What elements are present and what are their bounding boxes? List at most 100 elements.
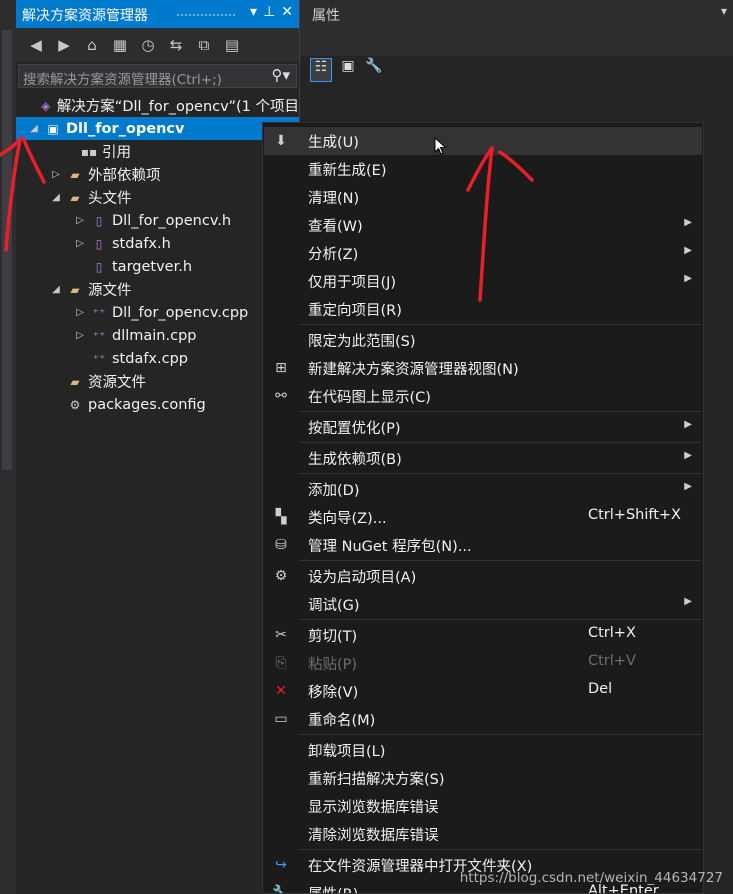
expand-arrow-icon[interactable]: ▷	[74, 307, 86, 318]
tree-item[interactable]: ▷ ⁺⁺ dllmain.cpp	[16, 324, 299, 347]
tree-item[interactable]: ▰ 资源文件	[16, 370, 299, 393]
expand-arrow-icon[interactable]: ▷	[74, 330, 86, 341]
expand-arrow-icon[interactable]: ▷	[50, 169, 62, 180]
tree-item[interactable]: ▷ ⁺⁺ Dll_for_opencv.cpp	[16, 301, 299, 324]
dropdown-icon[interactable]: ▾	[721, 4, 727, 18]
tree-item-label: 解决方案“Dll_for_opencv”(1 个项目	[56, 99, 299, 115]
menu-item[interactable]: ▭ 重命名(M)	[264, 705, 702, 733]
dropdown-icon[interactable]: ▾	[250, 4, 257, 20]
expand-arrow-icon[interactable]: ▷	[74, 215, 86, 226]
tree-item[interactable]: ◢ ▰ 源文件	[16, 278, 299, 301]
solution-explorer-title-bar: 解决方案资源管理器 ▾ ⊥ ✕	[16, 0, 299, 28]
menu-item-label: 移除(V)	[308, 685, 359, 701]
folder-icon: ▰	[70, 282, 80, 297]
switch-view-icon[interactable]: ▦	[110, 36, 130, 54]
menu-item[interactable]: 调试(G) ▶	[264, 590, 702, 618]
tree-item-label: Dll_for_opencv	[66, 120, 185, 137]
menu-separator	[299, 324, 701, 325]
show-all-files-icon[interactable]: ▤	[222, 36, 242, 54]
mouse-cursor-icon	[434, 137, 447, 155]
menu-item-label: 重新扫描解决方案(S)	[308, 772, 445, 788]
back-icon[interactable]: ◀	[26, 36, 46, 54]
search-icon[interactable]: ⚲▾	[271, 66, 290, 84]
menu-item[interactable]: ✂ 剪切(T) Ctrl+X	[264, 621, 702, 649]
menu-item[interactable]: 查看(W) ▶	[264, 211, 702, 239]
header-file-icon: ▯	[95, 236, 103, 251]
wrench-icon[interactable]: 🔧	[364, 58, 384, 80]
search-box[interactable]: 搜索解决方案资源管理器(Ctrl+;) ⚲▾	[18, 64, 297, 88]
menu-item-shortcut: Del	[588, 681, 613, 697]
drag-grip[interactable]	[176, 13, 236, 17]
menu-item[interactable]: 生成依赖项(B) ▶	[264, 444, 702, 472]
expand-arrow-icon[interactable]: ◢	[50, 192, 62, 203]
menu-item[interactable]: 添加(D) ▶	[264, 475, 702, 503]
menu-item-label: 属性(R)	[308, 883, 358, 893]
tree-item[interactable]: ▷ ▯ stdafx.h	[16, 232, 299, 255]
auto-hide-tab[interactable]	[2, 30, 12, 470]
panel-title: 解决方案资源管理器	[22, 8, 148, 24]
properties-object-selector[interactable]	[300, 28, 733, 56]
watermark: https://blog.csdn.net/weixin_44634727	[459, 870, 723, 886]
sync-icon[interactable]: ⇆	[166, 36, 186, 54]
pending-changes-icon[interactable]: ◷	[138, 36, 158, 54]
solution-node[interactable]: ◈ 解决方案“Dll_for_opencv”(1 个项目	[16, 94, 299, 117]
cpp-file-icon: ⁺⁺	[92, 351, 106, 366]
menu-item-label: 分析(Z)	[308, 247, 359, 263]
tree-item[interactable]: ▪▪ 引用	[16, 140, 299, 163]
menu-item[interactable]: 清除浏览数据库错误	[264, 820, 702, 848]
folder-icon: ▰	[70, 167, 80, 182]
submenu-arrow-icon: ▶	[684, 217, 692, 228]
menu-item-label: 清除浏览数据库错误	[308, 828, 439, 844]
tree-item-label: 源文件	[88, 283, 132, 299]
menu-item-label: 类向导(Z)...	[308, 511, 387, 527]
menu-item[interactable]: 重新生成(E)	[264, 155, 702, 183]
tree-item[interactable]: ▷ ▰ 外部依赖项	[16, 163, 299, 186]
menu-item[interactable]: 卸载项目(L)	[264, 736, 702, 764]
menu-item[interactable]: ✕ 移除(V) Del	[264, 677, 702, 705]
project-icon: ▣	[47, 121, 59, 136]
tree-item[interactable]: ▯ targetver.h	[16, 255, 299, 278]
menu-item[interactable]: 重新扫描解决方案(S)	[264, 764, 702, 792]
home-icon[interactable]: ⌂	[82, 36, 102, 54]
solution-explorer-panel: 解决方案资源管理器 ▾ ⊥ ✕ ◀ ▶ ⌂ ▦ ◷ ⇆ ⧉ ▤ 搜索解决方案资源…	[16, 0, 300, 894]
menu-item-label: 限定为此范围(S)	[308, 334, 416, 350]
scissors-icon: ✂	[275, 627, 287, 643]
tree-item[interactable]: ⁺⁺ stdafx.cpp	[16, 347, 299, 370]
menu-item[interactable]: ⚯ 在代码图上显示(C)	[264, 382, 702, 410]
categorized-icon[interactable]: ☷	[310, 58, 332, 82]
menu-item[interactable]: 仅用于项目(J) ▶	[264, 267, 702, 295]
forward-icon[interactable]: ▶	[54, 36, 74, 54]
pin-icon[interactable]: ⊥	[263, 4, 275, 20]
menu-item-label: 粘贴(P)	[308, 657, 358, 673]
property-pages-icon[interactable]: ▣	[338, 58, 358, 80]
menu-item[interactable]: ⊞ 新建解决方案资源管理器视图(N)	[264, 354, 702, 382]
collapse-all-icon[interactable]: ⧉	[194, 36, 214, 54]
close-icon[interactable]: ✕	[281, 4, 293, 20]
expand-arrow-icon[interactable]: ◢	[50, 284, 62, 295]
menu-item[interactable]: ⬇ 生成(U)	[264, 127, 702, 155]
menu-item[interactable]: 清理(N)	[264, 183, 702, 211]
search-input[interactable]: 搜索解决方案资源管理器(Ctrl+;)	[23, 68, 222, 88]
expand-arrow-icon[interactable]: ▷	[74, 238, 86, 249]
menu-item[interactable]: ⚙ 设为启动项目(A)	[264, 562, 702, 590]
menu-item[interactable]: 分析(Z) ▶	[264, 239, 702, 267]
menu-item[interactable]: 按配置优化(P) ▶	[264, 413, 702, 441]
project-node[interactable]: ◢ ▣ Dll_for_opencv	[16, 117, 299, 140]
menu-item[interactable]: ⛁ 管理 NuGet 程序包(N)...	[264, 531, 702, 559]
menu-item-label: 调试(G)	[308, 598, 360, 614]
tree-item[interactable]: ⚙ packages.config	[16, 393, 299, 416]
menu-item[interactable]: 限定为此范围(S)	[264, 326, 702, 354]
properties-toolbar: ☷ ▣ 🔧	[310, 58, 384, 82]
menu-item[interactable]: ▚ 类向导(Z)... Ctrl+Shift+X	[264, 503, 702, 531]
tree-item-label: stdafx.cpp	[112, 350, 189, 367]
tree-item[interactable]: ◢ ▰ 头文件	[16, 186, 299, 209]
tree-item-label: Dll_for_opencv.h	[112, 212, 232, 229]
menu-item[interactable]: 显示浏览数据库错误	[264, 792, 702, 820]
menu-item-label: 重新生成(E)	[308, 163, 387, 179]
submenu-arrow-icon: ▶	[684, 450, 692, 461]
menu-item[interactable]: 重定向项目(R)	[264, 295, 702, 323]
tree-item[interactable]: ▷ ▯ Dll_for_opencv.h	[16, 209, 299, 232]
menu-item-label: 设为启动项目(A)	[308, 570, 417, 586]
menu-item-label: 清理(N)	[308, 191, 360, 207]
expand-arrow-icon[interactable]: ◢	[28, 123, 40, 134]
